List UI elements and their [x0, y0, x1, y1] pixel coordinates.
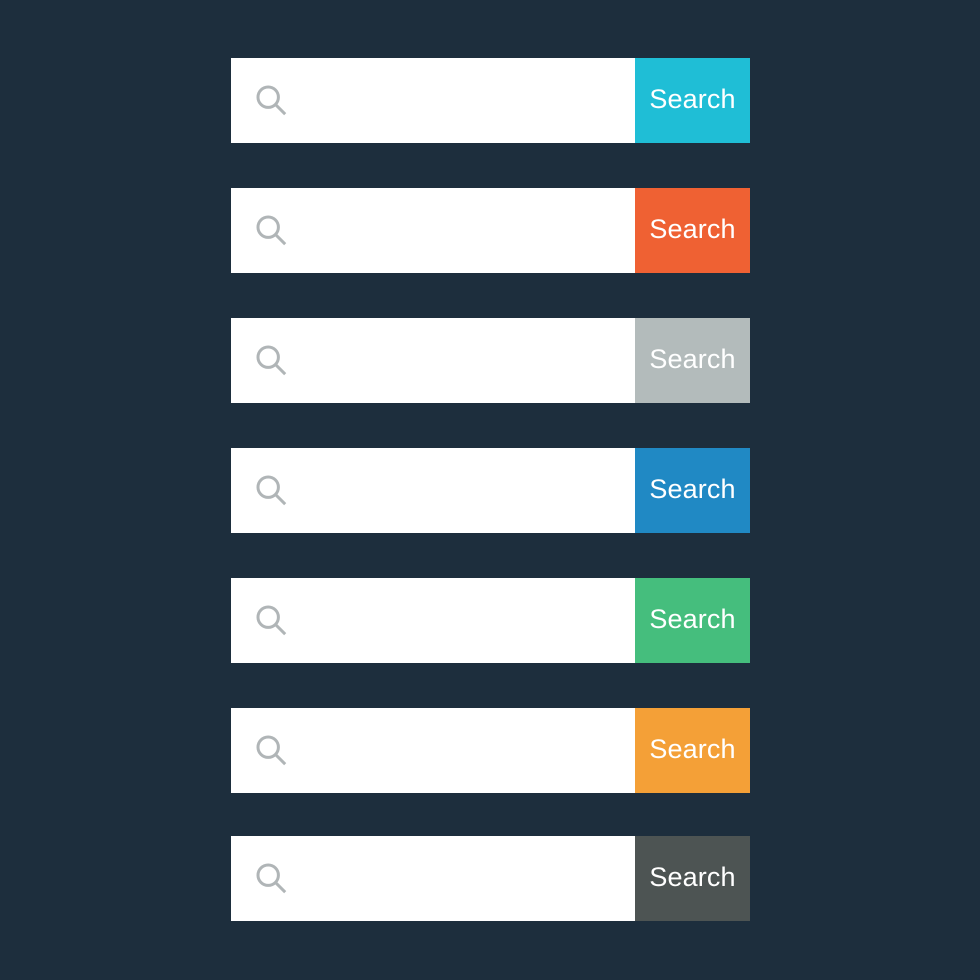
search-icon [256, 863, 287, 893]
search-icon [256, 475, 287, 505]
search-input-area[interactable] [231, 58, 635, 143]
search-button-label: Search [649, 84, 736, 114]
search-button-label: Search [649, 862, 736, 892]
search-bar: Search [231, 708, 750, 793]
search-input[interactable] [303, 210, 635, 251]
search-input[interactable] [303, 600, 635, 641]
search-button[interactable]: Search [635, 708, 750, 793]
search-input-area[interactable] [231, 448, 635, 533]
search-button[interactable]: Search [635, 188, 750, 273]
search-button[interactable]: Search [635, 836, 750, 921]
search-icon [256, 735, 287, 765]
search-button-label: Search [649, 734, 736, 764]
search-bar: Search [231, 318, 750, 403]
search-input-area[interactable] [231, 708, 635, 793]
search-input[interactable] [303, 730, 635, 771]
search-icon [256, 85, 287, 115]
search-bar-collection: Search Search Search Search Search Search Sear… [0, 0, 980, 980]
search-icon [256, 215, 287, 245]
search-button-label: Search [649, 214, 736, 244]
search-bar: Search [231, 58, 750, 143]
search-button[interactable]: Search [635, 318, 750, 403]
search-input-area[interactable] [231, 318, 635, 403]
search-icon [256, 605, 287, 635]
search-input[interactable] [303, 470, 635, 511]
search-button[interactable]: Search [635, 578, 750, 663]
search-bar: Search [231, 188, 750, 273]
search-input-area[interactable] [231, 188, 635, 273]
search-input[interactable] [303, 858, 635, 899]
search-button[interactable]: Search [635, 58, 750, 143]
search-icon [256, 345, 287, 375]
search-button-label: Search [649, 474, 736, 504]
search-input[interactable] [303, 80, 635, 121]
search-bar: Search [231, 836, 750, 921]
search-bar: Search [231, 578, 750, 663]
search-button-label: Search [649, 344, 736, 374]
search-bar: Search [231, 448, 750, 533]
search-input-area[interactable] [231, 836, 635, 921]
search-button-label: Search [649, 604, 736, 634]
search-button[interactable]: Search [635, 448, 750, 533]
search-input-area[interactable] [231, 578, 635, 663]
search-input[interactable] [303, 340, 635, 381]
